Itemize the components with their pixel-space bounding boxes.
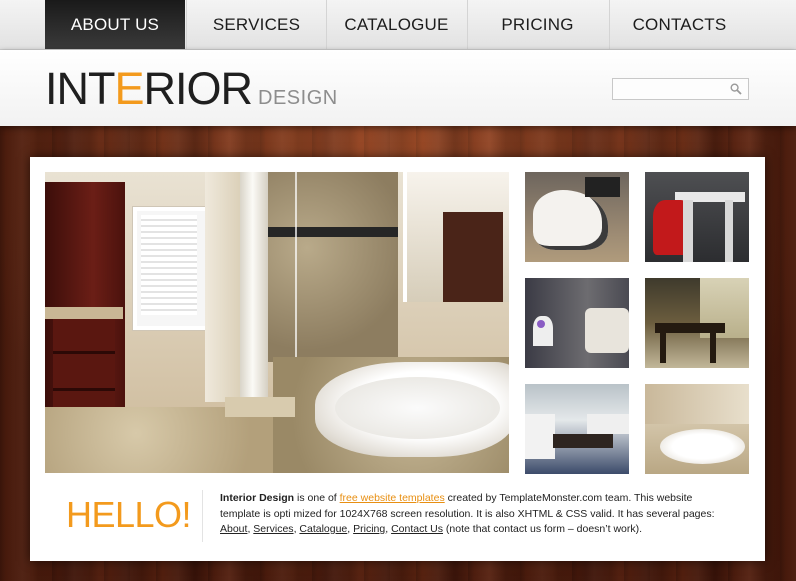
- nav-about-us[interactable]: ABOUT US: [45, 0, 185, 49]
- thumb-bedroom-lamp[interactable]: [525, 278, 629, 368]
- main-nav: ABOUT US SERVICES CATALOGUE PRICING CONT…: [0, 0, 796, 50]
- contact-us-link[interactable]: Contact Us: [391, 523, 443, 535]
- search-input[interactable]: [617, 80, 733, 100]
- thumb-veranda-chairs[interactable]: [645, 278, 749, 368]
- thumb-living-room-table[interactable]: [525, 384, 629, 474]
- services-link[interactable]: Services: [253, 523, 293, 535]
- free-templates-link[interactable]: free website templates: [340, 492, 445, 504]
- divider: [202, 490, 203, 542]
- about-link[interactable]: About: [220, 523, 247, 535]
- logo-subtitle: DESIGN: [258, 87, 338, 109]
- nav-contacts[interactable]: CONTACTS: [609, 0, 749, 49]
- search-box: [612, 78, 749, 100]
- logo-title: INTERIOR: [45, 63, 253, 114]
- nav-services[interactable]: SERVICES: [186, 0, 326, 49]
- thumb-white-lounge-chair[interactable]: [525, 172, 629, 262]
- thumb-red-chair-table[interactable]: [645, 172, 749, 262]
- hello-heading: HELLO!: [66, 494, 192, 535]
- thumb-bathtub[interactable]: [645, 384, 749, 474]
- search-icon[interactable]: [730, 83, 742, 95]
- pricing-link[interactable]: Pricing: [353, 523, 385, 535]
- content-panel: HELLO! Interior Design is one of free we…: [30, 157, 765, 561]
- intro-text: Interior Design is one of free website t…: [220, 492, 715, 535]
- site-header: INTERIOR DESIGN: [0, 50, 796, 126]
- site-logo[interactable]: INTERIOR DESIGN: [45, 64, 338, 114]
- nav-pricing[interactable]: PRICING: [467, 0, 607, 49]
- catalogue-link[interactable]: Catalogue: [299, 523, 347, 535]
- bathroom-photo: [45, 172, 509, 473]
- nav-catalogue[interactable]: CATALOGUE: [326, 0, 466, 49]
- brand-name: Interior Design: [220, 492, 295, 504]
